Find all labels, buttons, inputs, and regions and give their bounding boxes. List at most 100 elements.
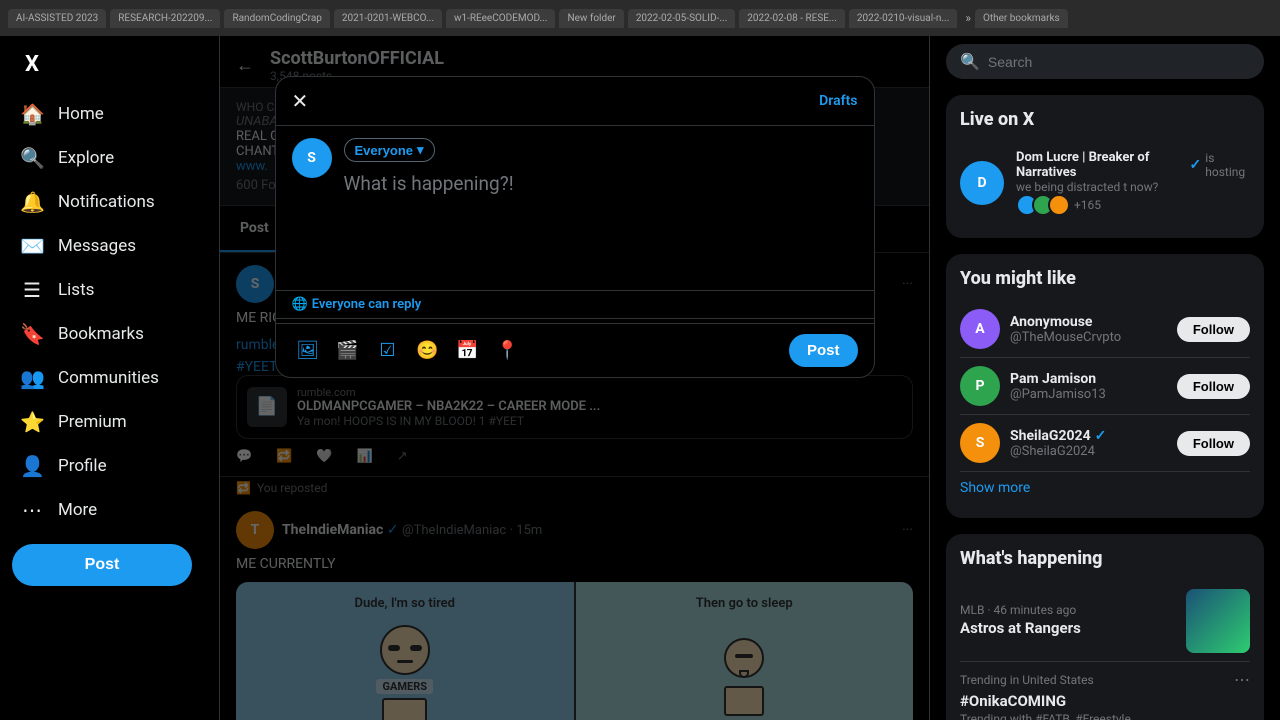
sidebar-item-bookmarks[interactable]: 🔖 Bookmarks (12, 312, 207, 356)
follow-button-anonymouse[interactable]: Follow (1177, 317, 1250, 342)
more-icon: ⋯ (20, 498, 44, 522)
sidebar-item-explore[interactable]: 🔍 Explore (12, 136, 207, 180)
trend-item-onika[interactable]: Trending in United States ⋯ #OnikaCOMING… (960, 662, 1250, 720)
trend-name-astros: Astros at Rangers (960, 619, 1176, 637)
trend-item-astros-row: MLB · 46 minutes ago Astros at Rangers (960, 589, 1250, 653)
emoji-button[interactable]: 😊 (412, 335, 444, 367)
sidebar-item-label-premium: Premium (58, 412, 127, 432)
suggest-name-anonymouse: Anonymouse (1010, 314, 1167, 330)
sidebar-item-more[interactable]: ⋯ More (12, 488, 207, 532)
sheila-verified-badge: ✓ (1095, 428, 1107, 444)
browser-tab[interactable]: RandomCodingCrap (224, 9, 329, 28)
sidebar-item-communities[interactable]: 👥 Communities (12, 356, 207, 400)
audience-button[interactable]: Everyone ▾ (344, 138, 435, 162)
sidebar-item-notifications[interactable]: 🔔 Notifications (12, 180, 207, 224)
compose-footer: 🖼 🎬 ☑ 😊 📅 📍 Post (276, 323, 874, 377)
communities-icon: 👥 (20, 366, 44, 390)
sidebar-item-label-home: Home (58, 104, 104, 124)
poll-button[interactable]: ☑ (372, 335, 404, 367)
sidebar-item-label-messages: Messages (58, 236, 136, 256)
listeners-row: +165 (1016, 194, 1250, 216)
search-input[interactable] (988, 54, 1250, 70)
everyone-reply-label: Everyone can reply (312, 297, 422, 312)
browser-tab[interactable]: 2022-0210-visual-n... (849, 9, 958, 28)
live-host-avatar: D (960, 161, 1004, 205)
browser-tab[interactable]: RESEARCH-202209... (110, 9, 220, 28)
suggest-name-sheila: SheilaG2024 ✓ (1010, 428, 1167, 444)
live-host-name: Dom Lucre | Breaker of Narratives ✓ is h… (1016, 150, 1250, 180)
everyone-reply-row[interactable]: 🌐 Everyone can reply (276, 290, 874, 319)
profile-icon: 👤 (20, 454, 44, 478)
compose-tools: 🖼 🎬 ☑ 😊 📅 📍 (292, 335, 785, 367)
sidebar-item-label-explore: Explore (58, 148, 114, 168)
sidebar-item-home[interactable]: 🏠 Home (12, 92, 207, 136)
right-sidebar: 🔍 Live on X D Dom Lucre | Breaker of Nar… (930, 36, 1280, 720)
modal-drafts-button[interactable]: Drafts (819, 93, 857, 109)
sidebar-item-profile[interactable]: 👤 Profile (12, 444, 207, 488)
trend-astros-info: MLB · 46 minutes ago Astros at Rangers (960, 603, 1176, 639)
browser-tab[interactable]: Other bookmarks (975, 9, 1068, 28)
mail-icon: ✉️ (20, 234, 44, 258)
follow-button-sheila[interactable]: Follow (1177, 431, 1250, 456)
image-upload-button[interactable]: 🖼 (292, 335, 324, 367)
trend-meta-onika: Trending in United States ⋯ (960, 670, 1250, 690)
more-tabs-indicator[interactable]: » (965, 11, 971, 25)
sidebar-item-label-bookmarks: Bookmarks (58, 324, 144, 344)
trend-name-onika: #OnikaCOMING (960, 692, 1250, 710)
sidebar-item-label-communities: Communities (58, 368, 159, 388)
live-hosting-label: is hosting (1205, 151, 1250, 179)
sidebar-item-messages[interactable]: ✉️ Messages (12, 224, 207, 268)
compose-textarea[interactable] (344, 170, 858, 270)
trend-image-astros (1186, 589, 1250, 653)
browser-tab[interactable]: w1-REeeCODEMOD... (446, 9, 555, 28)
you-might-like-widget: You might like A Anonymouse @TheMouseCrv… (946, 254, 1264, 518)
compose-avatar: S (292, 138, 332, 178)
show-more-suggestions[interactable]: Show more (960, 472, 1250, 504)
compose-modal: ✕ Drafts S Everyone ▾ (275, 76, 875, 378)
sidebar: X 🏠 Home 🔍 Explore 🔔 Notifications ✉️ Me… (0, 36, 220, 720)
suggest-name-pam: Pam Jamison (1010, 371, 1167, 387)
post-button[interactable]: Post (12, 544, 192, 586)
trend-more-onika[interactable]: ⋯ (1234, 670, 1250, 690)
listener-count: +165 (1074, 198, 1101, 212)
modal-close-button[interactable]: ✕ (292, 89, 309, 113)
schedule-button[interactable]: 📅 (452, 335, 484, 367)
audience-label: Everyone (355, 143, 414, 158)
browser-tab[interactable]: 2021-0201-WEBCO... (334, 9, 442, 28)
compose-modal-overlay: ✕ Drafts S Everyone ▾ (220, 36, 929, 720)
bookmark-icon: 🔖 (20, 322, 44, 346)
suggest-handle-sheila: @SheilaG2024 (1010, 444, 1167, 459)
suggest-avatar-anonymouse: A (960, 309, 1000, 349)
sidebar-item-label-lists: Lists (58, 280, 94, 300)
suggest-avatar-pam: P (960, 366, 1000, 406)
location-button[interactable]: 📍 (492, 335, 524, 367)
whats-happening-widget: What's happening MLB · 46 minutes ago As… (946, 534, 1264, 720)
main-content: ← ScottBurtonOFFICIAL 3,548 posts WHO CA… (220, 36, 930, 720)
suggest-avatar-sheila: S (960, 423, 1000, 463)
suggest-info-anonymouse: Anonymouse @TheMouseCrvpto (1010, 314, 1167, 345)
lists-icon: ☰ (20, 278, 44, 302)
gif-button[interactable]: 🎬 (332, 335, 364, 367)
browser-tab[interactable]: 2022-02-08 - RESE... (739, 9, 845, 28)
sidebar-item-lists[interactable]: ☰ Lists (12, 268, 207, 312)
browser-tab[interactable]: New folder (559, 9, 623, 28)
follow-button-pam[interactable]: Follow (1177, 374, 1250, 399)
app-layout: X 🏠 Home 🔍 Explore 🔔 Notifications ✉️ Me… (0, 36, 1280, 720)
live-host-info: Dom Lucre | Breaker of Narratives ✓ is h… (1016, 150, 1250, 216)
premium-icon: ⭐ (20, 410, 44, 434)
sidebar-item-premium[interactable]: ⭐ Premium (12, 400, 207, 444)
post-submit-button[interactable]: Post (789, 334, 858, 367)
browser-tabs-bar: AI-ASSISTED 2023 RESEARCH-202209... Rand… (0, 0, 1280, 36)
live-host-verified: ✓ (1190, 157, 1202, 173)
modal-body: S Everyone ▾ (276, 126, 874, 286)
trend-item-astros[interactable]: MLB · 46 minutes ago Astros at Rangers (960, 581, 1250, 662)
compose-row: S Everyone ▾ (292, 138, 858, 274)
suggest-item-anonymouse: A Anonymouse @TheMouseCrvpto Follow (960, 301, 1250, 358)
browser-tab[interactable]: AI-ASSISTED 2023 (8, 9, 106, 28)
modal-header: ✕ Drafts (276, 77, 874, 126)
browser-tab[interactable]: 2022-02-05-SOLID-... (628, 9, 735, 28)
compose-right: Everyone ▾ (344, 138, 858, 274)
x-logo[interactable]: X (12, 44, 52, 84)
home-icon: 🏠 (20, 102, 44, 126)
live-indicator: D Dom Lucre | Breaker of Narratives ✓ is… (960, 142, 1250, 224)
